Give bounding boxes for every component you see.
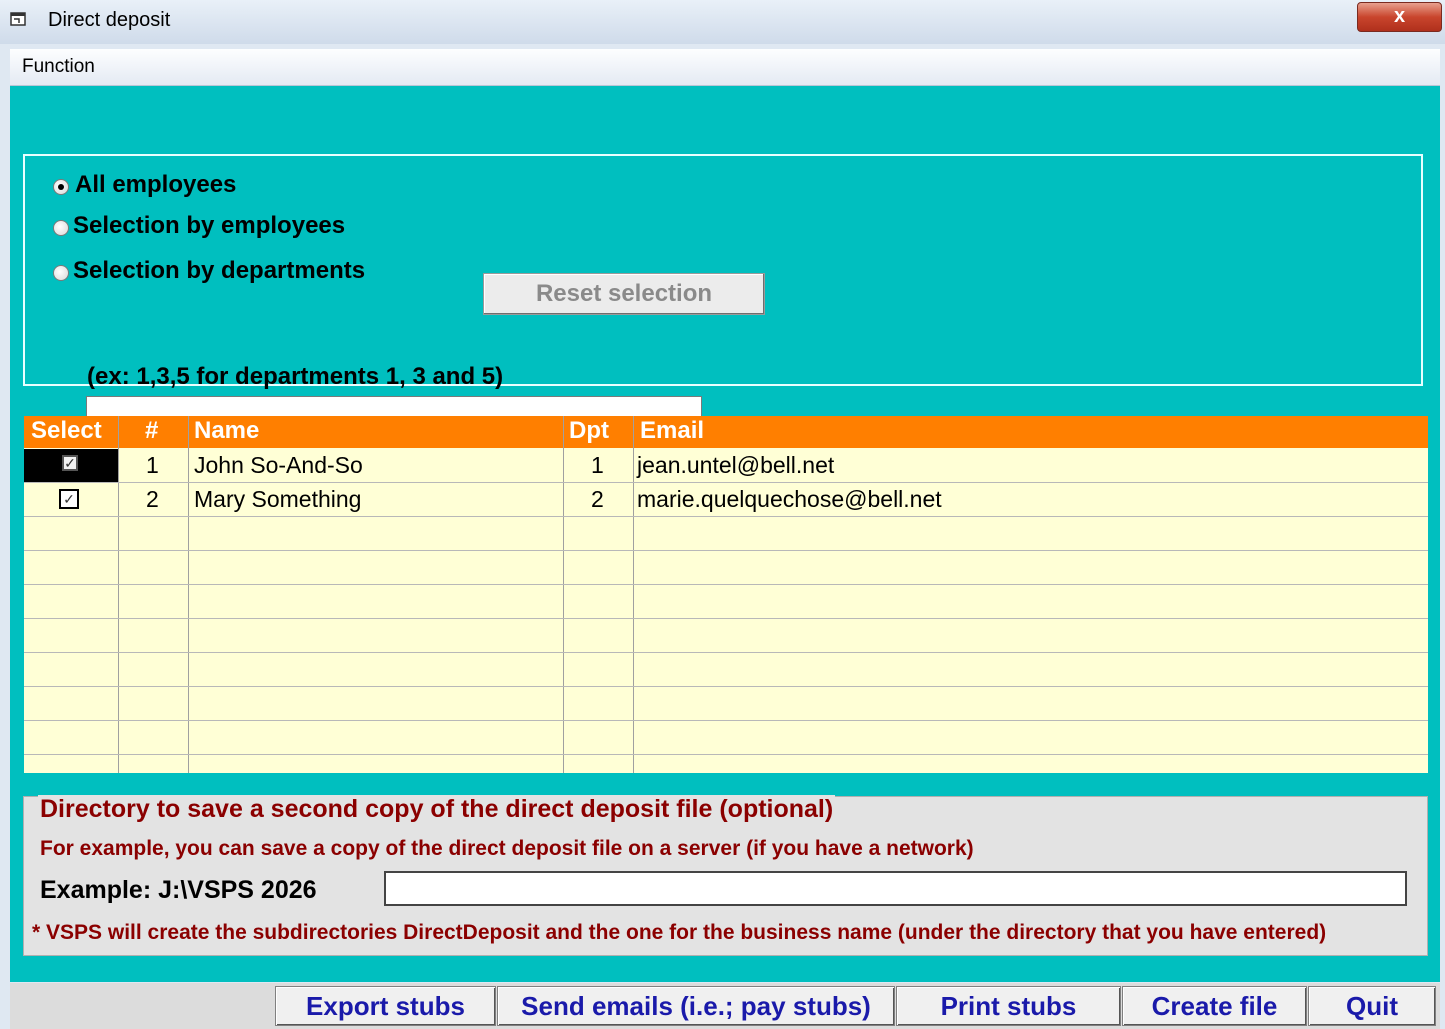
row-2-email: marie.quelquechose@bell.net bbox=[637, 486, 942, 512]
row-2-num: 2 bbox=[146, 486, 159, 512]
row-1-num: 1 bbox=[146, 452, 159, 478]
radio-by-departments-label: Selection by departments bbox=[73, 257, 366, 284]
directory-input[interactable] bbox=[384, 871, 1407, 906]
header-dpt[interactable]: Dpt bbox=[569, 417, 609, 445]
row-divider bbox=[24, 550, 1428, 551]
row-divider bbox=[24, 754, 1428, 755]
row-1-dpt: 1 bbox=[591, 452, 604, 478]
header-name[interactable]: Name bbox=[194, 417, 259, 445]
close-button[interactable]: x bbox=[1357, 2, 1442, 32]
window-title: Direct deposit bbox=[48, 9, 171, 31]
directory-frame-title: Directory to save a second copy of the d… bbox=[38, 795, 836, 824]
radio-by-departments-button[interactable] bbox=[53, 265, 69, 281]
row-divider bbox=[24, 618, 1428, 619]
employee-grid: Select # Name Dpt Email ✓ 1 John So-And-… bbox=[24, 416, 1428, 773]
row-2-name: Mary Something bbox=[194, 486, 362, 512]
directory-explanation: For example, you can save a copy of the … bbox=[40, 837, 974, 860]
title-bar: Direct deposit x bbox=[0, 0, 1445, 44]
header-num[interactable]: # bbox=[145, 417, 158, 445]
row-divider bbox=[24, 720, 1428, 721]
window-border-right bbox=[1440, 44, 1445, 1029]
row-divider bbox=[24, 686, 1428, 687]
directory-note: * VSPS will create the subdirectories Di… bbox=[32, 921, 1327, 944]
second-copy-directory-frame: Directory to save a second copy of the d… bbox=[23, 795, 1428, 956]
quit-button[interactable]: Quit bbox=[1308, 986, 1436, 1026]
window-icon bbox=[10, 12, 26, 26]
button-bar: Export stubs Send emails (i.e.; pay stub… bbox=[10, 983, 1440, 1029]
row-divider bbox=[24, 482, 1428, 483]
export-stubs-button[interactable]: Export stubs bbox=[275, 986, 496, 1026]
radio-all-employees-label: All employees bbox=[75, 171, 237, 198]
menu-bar: Function bbox=[10, 49, 1440, 86]
row-1-email: jean.untel@bell.net bbox=[637, 452, 835, 478]
selection-options-frame: All employees Selection by employees Sel… bbox=[23, 154, 1423, 442]
header-email[interactable]: Email bbox=[640, 417, 704, 445]
menu-item-function[interactable]: Function bbox=[22, 56, 95, 78]
row-1-name: John So-And-So bbox=[194, 452, 363, 478]
row-1-select-checkbox[interactable]: ✓ bbox=[62, 455, 78, 471]
window-border-left bbox=[0, 44, 10, 1029]
reset-selection-button[interactable]: Reset selection bbox=[483, 273, 765, 315]
direct-deposit-window: Direct deposit x Function All employees … bbox=[0, 0, 1445, 1029]
row-divider bbox=[24, 584, 1428, 585]
row-2-select-checkbox[interactable]: ✓ bbox=[59, 489, 79, 509]
row-2-dpt: 2 bbox=[591, 486, 604, 512]
radio-by-employees-label: Selection by employees bbox=[73, 212, 346, 239]
send-emails-button[interactable]: Send emails (i.e.; pay stubs) bbox=[497, 986, 895, 1026]
radio-all-employees-button[interactable] bbox=[53, 179, 69, 195]
client-area: All employees Selection by employees Sel… bbox=[10, 86, 1440, 982]
row-divider bbox=[24, 516, 1428, 517]
header-select[interactable]: Select bbox=[31, 417, 102, 445]
departments-hint: (ex: 1,3,5 for departments 1, 3 and 5) bbox=[87, 363, 504, 390]
row-divider bbox=[24, 652, 1428, 653]
print-stubs-button[interactable]: Print stubs bbox=[896, 986, 1121, 1026]
create-file-button[interactable]: Create file bbox=[1122, 986, 1307, 1026]
directory-example: Example: J:\VSPS 2026 bbox=[40, 876, 317, 904]
radio-by-employees-button[interactable] bbox=[53, 220, 69, 236]
